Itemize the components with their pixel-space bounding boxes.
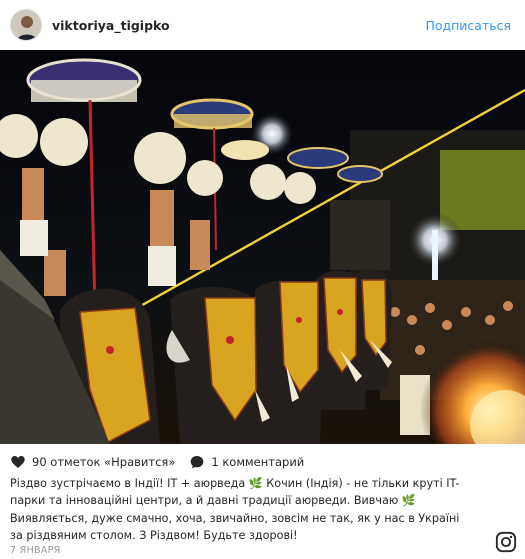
instagram-post-card: viktoriya_tigipko Подписаться 90 отметок… [0, 0, 525, 559]
post-header: viktoriya_tigipko Подписаться [0, 0, 525, 50]
avatar[interactable] [10, 9, 42, 41]
post-actions: 90 отметок «Нравится» 1 комментарий [10, 452, 318, 472]
post-caption: Різдво зустрічаємо в Індії! IT + аюрведа… [10, 477, 460, 543]
post-date: 7 ЯНВАРЯ [10, 545, 61, 556]
username[interactable]: viktoriya_tigipko [52, 18, 425, 33]
comment-bubble-icon[interactable] [189, 454, 205, 470]
instagram-logo-icon[interactable] [495, 531, 517, 553]
post-photo[interactable] [0, 50, 525, 444]
heart-icon[interactable] [10, 454, 26, 470]
follow-button[interactable]: Подписаться [425, 18, 511, 33]
comments-count[interactable]: 1 комментарий [211, 455, 304, 469]
likes-count[interactable]: 90 отметок «Нравится» [32, 455, 175, 469]
